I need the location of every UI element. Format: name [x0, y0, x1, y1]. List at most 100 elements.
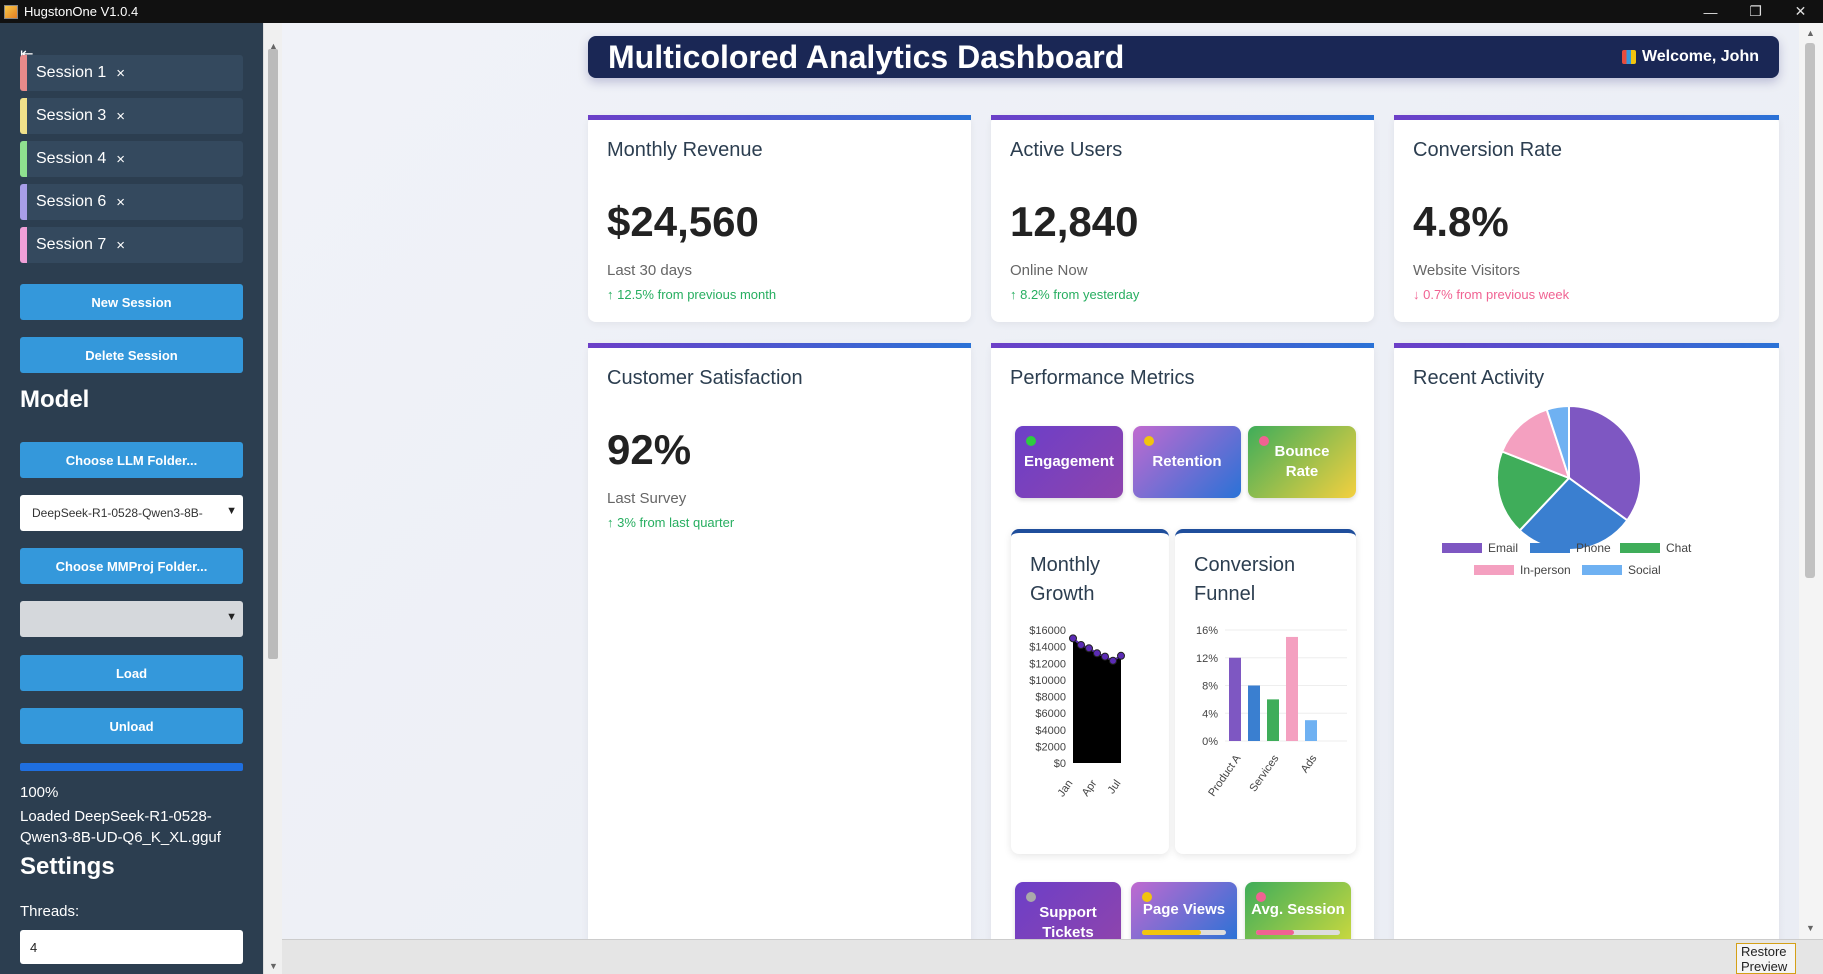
- session-item[interactable]: Session 4 ×: [20, 141, 243, 177]
- close-session-icon[interactable]: ×: [116, 108, 125, 125]
- retention-tile[interactable]: Retention: [1133, 426, 1241, 498]
- sidebar: ⇤ Session 1 × Session 3 × Session 4 × Se…: [0, 23, 263, 974]
- model-heading: Model: [20, 386, 90, 413]
- support-tickets-tile[interactable]: Support Tickets: [1015, 882, 1121, 939]
- card-value: 4.8%: [1413, 198, 1509, 245]
- welcome-badge: Welcome, John: [1621, 48, 1759, 66]
- app-icon: [4, 4, 18, 19]
- y-tick-label: $14000: [1029, 642, 1066, 654]
- dashboard-area: Multicolored Analytics Dashboard Welcome…: [282, 23, 1799, 939]
- legend-label: Email: [1488, 541, 1519, 555]
- sidebar-scrollbar[interactable]: ▲ ▼: [263, 23, 282, 974]
- status-bar: [282, 939, 1823, 974]
- recent-activity-card: Recent Activity Email Phone Chat In-pers…: [1394, 343, 1779, 939]
- data-point: [1101, 652, 1109, 661]
- session-item[interactable]: Session 3 ×: [20, 98, 243, 134]
- legend-label: Phone: [1576, 541, 1611, 555]
- legend-item: Social: [1582, 563, 1661, 577]
- tile-label: Engagement: [1023, 453, 1114, 470]
- load-button[interactable]: Load: [20, 655, 243, 691]
- close-session-icon[interactable]: ×: [116, 151, 125, 168]
- scroll-down-icon[interactable]: ▼: [1806, 923, 1815, 933]
- chart-icon: [1621, 50, 1636, 64]
- tile-label: Retention: [1152, 453, 1222, 470]
- session-item[interactable]: Session 6 ×: [20, 184, 243, 220]
- scroll-up-icon[interactable]: ▲: [1806, 28, 1815, 38]
- legend-item: Phone: [1530, 541, 1611, 555]
- maximize-icon[interactable]: ❐: [1733, 3, 1778, 20]
- bar: [1248, 685, 1260, 741]
- tile-label: Bounce Rate: [1274, 443, 1330, 480]
- tile-label: Avg. Session: [1251, 901, 1345, 918]
- main-scroll-thumb[interactable]: [1805, 43, 1815, 578]
- page-views-tile[interactable]: Page Views: [1131, 882, 1237, 939]
- main-scrollbar[interactable]: ▲ ▼: [1799, 23, 1823, 939]
- y-tick-label: $8000: [1035, 692, 1066, 704]
- threads-input[interactable]: 4: [20, 930, 243, 964]
- data-point: [1109, 656, 1117, 665]
- y-tick-label: $2000: [1035, 741, 1066, 753]
- delete-session-button[interactable]: Delete Session: [20, 337, 243, 373]
- card-subtitle: Last 30 days: [607, 262, 693, 279]
- session-color-stripe: [20, 141, 27, 177]
- unload-button[interactable]: Unload: [20, 708, 243, 744]
- minimize-icon[interactable]: —: [1688, 4, 1733, 20]
- restore-preview-button[interactable]: Restore Preview: [1736, 943, 1796, 974]
- legend-item: Email: [1442, 541, 1518, 555]
- card-title: Monthly Revenue: [607, 139, 763, 161]
- tile-label: Page Views: [1142, 901, 1226, 918]
- legend-item: In-person: [1474, 563, 1571, 577]
- close-session-icon[interactable]: ×: [116, 237, 125, 254]
- card-title: Performance Metrics: [1010, 367, 1195, 389]
- monthly-growth-chart: $0 $2000 $4000 $6000 $8000 $10000 $12000 $14000…: [1029, 625, 1125, 799]
- status-dot: [1026, 892, 1036, 902]
- session-label: Session 7: [36, 236, 107, 253]
- status-dot: [1259, 436, 1269, 446]
- close-icon[interactable]: ✕: [1778, 3, 1823, 20]
- session-color-stripe: [20, 55, 27, 91]
- dashboard-header: Multicolored Analytics Dashboard Welcome…: [588, 36, 1779, 78]
- conversion-funnel-chart: 0% 4% 8% 12% 16% Product A Services Ads: [1196, 625, 1347, 799]
- card-trend: ↑ 8.2% from yesterday: [1010, 287, 1140, 302]
- x-tick-label: Product A: [1206, 752, 1244, 798]
- new-session-button[interactable]: New Session: [20, 284, 243, 320]
- card-title: Recent Activity: [1413, 367, 1545, 389]
- session-item[interactable]: Session 7 ×: [20, 227, 243, 263]
- chevron-down-icon: ▼: [226, 611, 237, 623]
- avg-session-tile[interactable]: Avg. Session: [1245, 882, 1351, 939]
- y-tick-label: $4000: [1035, 725, 1066, 737]
- engagement-tile[interactable]: Engagement: [1015, 426, 1123, 498]
- x-tick-label: Apr: [1080, 778, 1100, 799]
- y-tick-label: 12%: [1196, 653, 1218, 665]
- performance-metrics-card: Performance Metrics Engagement Retention…: [991, 343, 1374, 939]
- sidebar-scroll-thumb[interactable]: [268, 49, 278, 659]
- bar: [1305, 720, 1317, 741]
- level-fill: [1256, 930, 1294, 935]
- session-label: Session 6: [36, 193, 107, 210]
- choose-mmproj-folder-button[interactable]: Choose MMProj Folder...: [20, 548, 243, 584]
- monthly-revenue-card: Monthly Revenue $24,560 Last 30 days ↑ 1…: [588, 115, 971, 322]
- y-tick-label: $10000: [1029, 675, 1066, 687]
- llm-model-select[interactable]: DeepSeek-R1-0528-Qwen3-8B- ▼: [20, 495, 243, 531]
- level-fill: [1142, 930, 1201, 935]
- close-session-icon[interactable]: ×: [116, 194, 125, 211]
- scroll-down-icon[interactable]: ▼: [269, 961, 278, 971]
- mmproj-select[interactable]: ▼: [20, 601, 243, 637]
- level-track: [1142, 930, 1226, 935]
- close-session-icon[interactable]: ×: [116, 65, 125, 82]
- card-trend: ↑ 12.5% from previous month: [607, 287, 777, 302]
- card-subtitle: Website Visitors: [1413, 262, 1520, 279]
- status-dot: [1026, 436, 1036, 446]
- progress-text: 100%: [20, 784, 59, 801]
- session-item[interactable]: Session 1 ×: [20, 55, 243, 91]
- session-label: Session 3: [36, 107, 107, 124]
- bounce-rate-tile[interactable]: Bounce Rate: [1248, 426, 1356, 498]
- y-tick-label: 4%: [1202, 708, 1218, 720]
- choose-llm-folder-button[interactable]: Choose LLM Folder...: [20, 442, 243, 478]
- welcome-text: Welcome, John: [1641, 48, 1759, 65]
- status-dot: [1144, 436, 1154, 446]
- data-point: [1077, 640, 1085, 649]
- card-subtitle: Last Survey: [607, 490, 687, 507]
- x-tick-label: Jan: [1055, 778, 1075, 799]
- y-tick-label: $6000: [1035, 708, 1066, 720]
